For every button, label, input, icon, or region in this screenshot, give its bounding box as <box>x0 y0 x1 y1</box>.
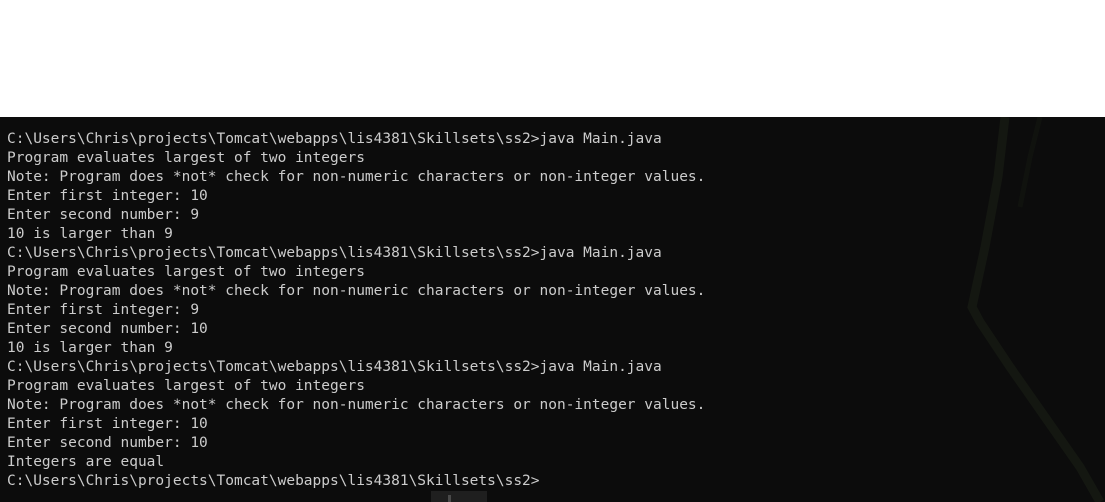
terminal-line: 10 is larger than 9 <box>7 340 173 356</box>
horizontal-scrollbar[interactable] <box>431 491 487 502</box>
terminal-line: Enter second number: 10 <box>7 435 208 451</box>
terminal-window[interactable]: C:\Users\Chris\projects\Tomcat\webapps\l… <box>0 117 1105 502</box>
terminal-line: Enter first integer: 10 <box>7 416 208 432</box>
terminal-line: C:\Users\Chris\projects\Tomcat\webapps\l… <box>7 245 662 261</box>
terminal-line: Enter second number: 10 <box>7 321 208 337</box>
terminal-line: C:\Users\Chris\projects\Tomcat\webapps\l… <box>7 359 662 375</box>
terminal-line: Integers are equal <box>7 454 165 470</box>
terminal-prompt-line[interactable]: C:\Users\Chris\projects\Tomcat\webapps\l… <box>7 472 705 491</box>
terminal-line: Program evaluates largest of two integer… <box>7 264 365 280</box>
terminal-line: Enter first integer: 10 <box>7 188 208 204</box>
terminal-line: Program evaluates largest of two integer… <box>7 378 365 394</box>
blank-area <box>0 0 1105 117</box>
terminal-line: Note: Program does *not* check for non-n… <box>7 397 706 413</box>
terminal-line: 10 is larger than 9 <box>7 226 173 242</box>
terminal-line: Program evaluates largest of two integer… <box>7 150 365 166</box>
terminal-output: C:\Users\Chris\projects\Tomcat\webapps\l… <box>7 130 705 491</box>
terminal-line: Note: Program does *not* check for non-n… <box>7 283 706 299</box>
terminal-line: C:\Users\Chris\projects\Tomcat\webapps\l… <box>7 131 662 147</box>
terminal-line: Note: Program does *not* check for non-n… <box>7 169 706 185</box>
terminal-line: Enter first integer: 9 <box>7 302 200 318</box>
terminal-line: Enter second number: 9 <box>7 207 200 223</box>
scrollbar-thumb[interactable] <box>448 495 451 502</box>
